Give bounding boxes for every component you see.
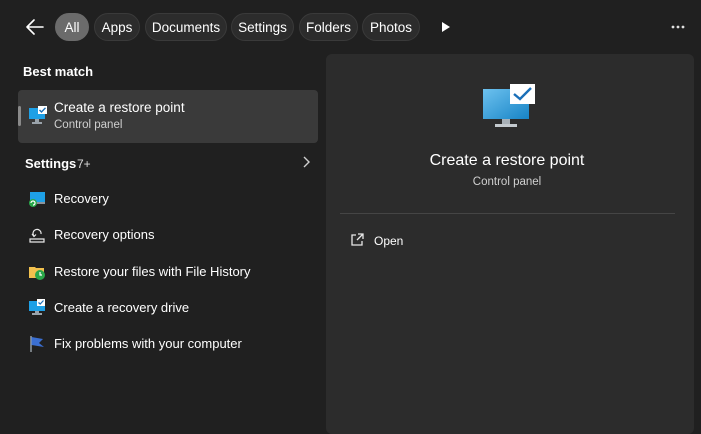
best-match-result[interactable]: Create a restore point Control panel [18,90,318,143]
ellipsis-icon [671,25,685,29]
selection-indicator [18,106,21,126]
open-external-icon [351,233,364,246]
recovery-drive-icon [29,299,45,315]
play-icon [442,22,450,32]
recovery-icon [29,192,45,207]
restore-point-monitor-icon [29,106,47,124]
best-match-title: Create a restore point [54,100,185,115]
filter-photos[interactable]: Photos [362,13,420,41]
settings-count: 7+ [77,157,91,171]
best-match-subtitle: Control panel [54,119,123,131]
more-filters-button[interactable] [432,13,460,41]
filter-settings[interactable]: Settings [231,13,294,41]
preview-subtitle: Control panel [472,176,542,188]
list-item-label: Create a recovery drive [54,300,190,315]
recovery-options-icon [29,228,45,243]
filter-bar: All Apps Documents Settings Folders Phot… [0,0,701,54]
filter-apps[interactable]: Apps [94,13,140,41]
open-button[interactable]: Open [340,226,540,254]
divider [340,213,675,214]
list-item-recovery-drive[interactable]: Create a recovery drive [18,290,318,324]
preview-title: Create a restore point [429,152,585,169]
restore-point-monitor-icon [483,84,535,127]
list-item-label: Recovery [54,191,109,206]
list-item-file-history[interactable]: Restore your files with File History [18,254,318,288]
list-item-recovery-options[interactable]: Recovery options [18,217,318,251]
list-item-label: Restore your files with File History [54,264,251,279]
troubleshoot-flag-icon [30,336,44,352]
list-item-label: Recovery options [54,227,155,242]
open-label: Open [374,234,404,248]
back-arrow-icon [26,19,44,35]
list-item-troubleshoot[interactable]: Fix problems with your computer [18,326,318,360]
back-button[interactable] [20,12,50,42]
list-item-label: Fix problems with your computer [54,336,242,351]
chevron-right-icon [303,156,310,168]
filter-folders[interactable]: Folders [299,13,358,41]
filter-all[interactable]: All [55,13,89,41]
filter-documents[interactable]: Documents [145,13,227,41]
settings-heading: Settings [25,156,77,171]
best-match-heading: Best match [23,64,94,79]
file-history-icon [29,267,45,280]
preview-panel: Create a restore point Control panel Ope… [326,54,694,434]
list-item-recovery[interactable]: Recovery [18,181,318,215]
more-options-button[interactable] [664,13,692,41]
settings-section-header[interactable]: Settings 7+ [18,150,318,176]
